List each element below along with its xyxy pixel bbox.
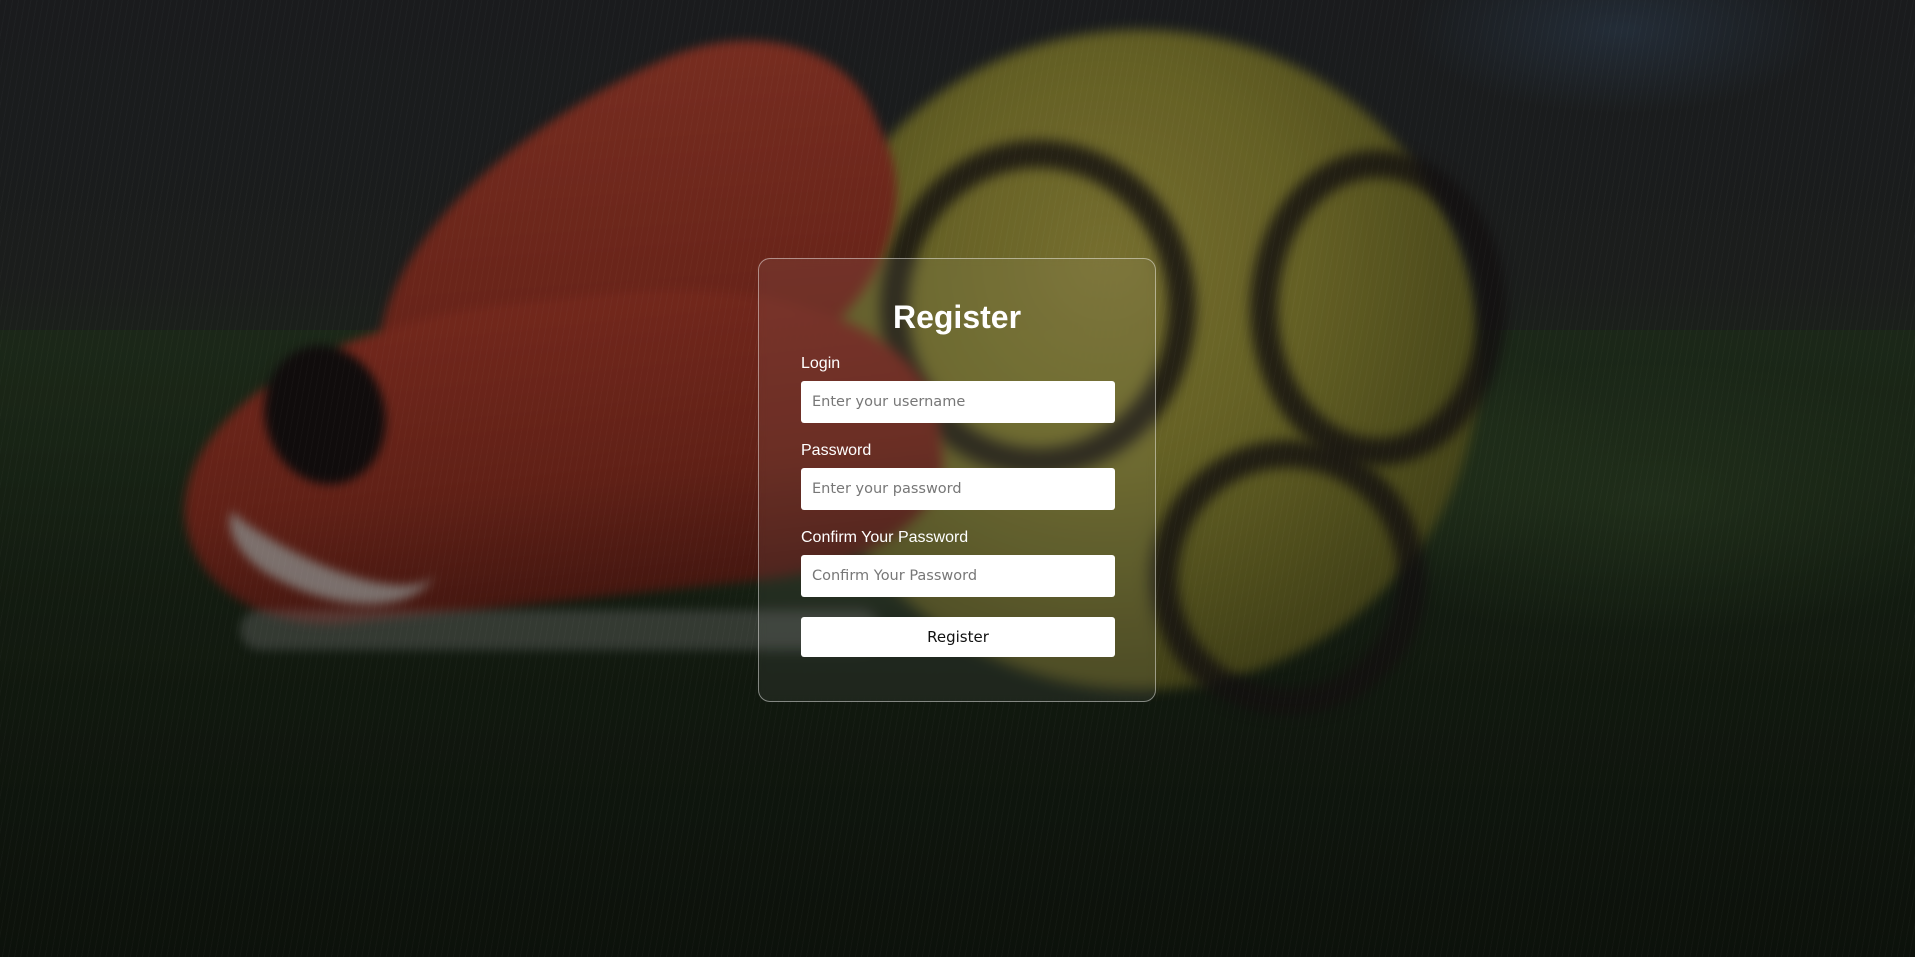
username-input[interactable] <box>801 381 1115 423</box>
register-button[interactable]: Register <box>801 617 1115 657</box>
register-form: Register Login Password Confirm Your Pas… <box>758 258 1156 702</box>
password-label: Password <box>801 442 872 459</box>
confirm-password-input[interactable] <box>801 555 1115 597</box>
form-title: Register <box>892 299 1022 335</box>
register-page: Register Login Password Confirm Your Pas… <box>0 0 1915 957</box>
confirm-password-label: Confirm Your Password <box>801 529 969 546</box>
password-input[interactable] <box>801 468 1115 510</box>
login-label: Login <box>801 355 841 372</box>
